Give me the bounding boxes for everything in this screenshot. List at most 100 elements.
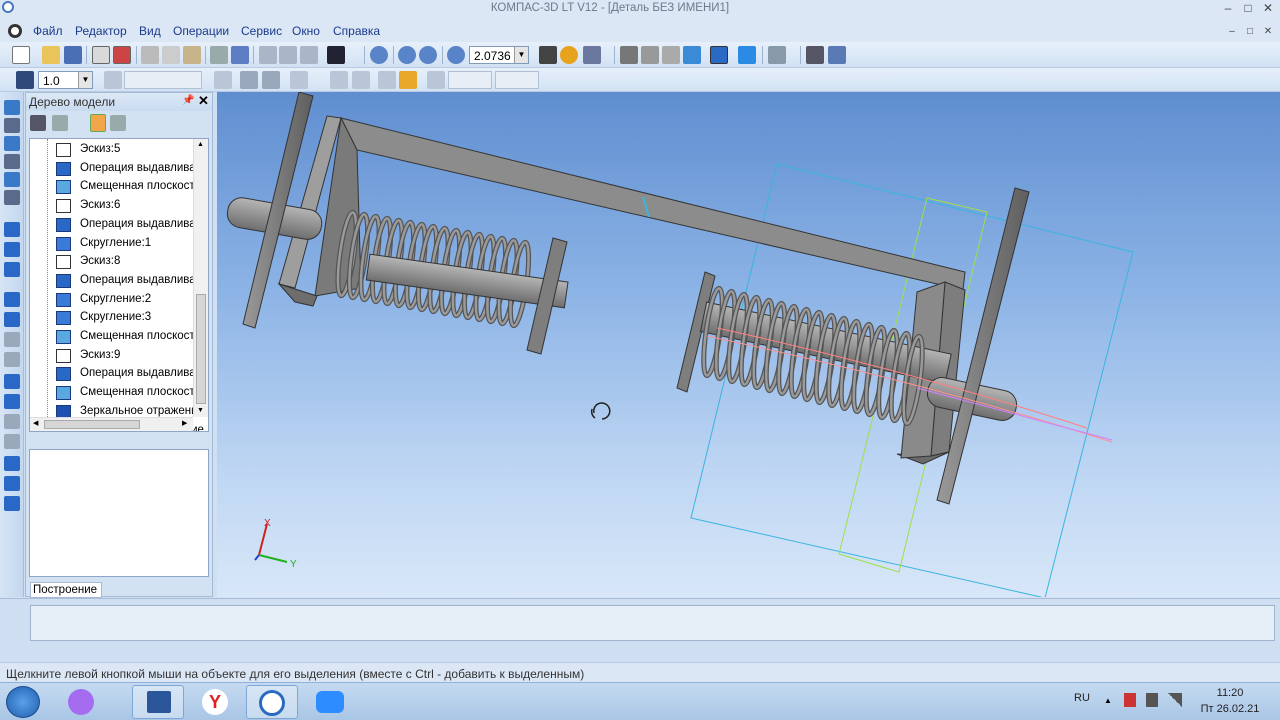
tree-item[interactable]: Скругление:3 xyxy=(52,309,208,327)
zoom-out-icon[interactable] xyxy=(419,46,437,64)
aux-geometry-icon[interactable] xyxy=(4,154,20,169)
coord-y-field[interactable] xyxy=(495,71,539,89)
properties-icon[interactable] xyxy=(231,46,249,64)
format-icon[interactable] xyxy=(210,46,228,64)
surfaces-icon[interactable] xyxy=(4,136,20,151)
step-cursor-icon[interactable] xyxy=(378,71,396,89)
tree-scroll-thumb[interactable] xyxy=(196,294,206,404)
tree-item[interactable]: Операция выдавливания xyxy=(52,272,208,290)
coordinates-icon[interactable] xyxy=(427,71,445,89)
layer-field[interactable] xyxy=(124,71,202,89)
tree-vertical-scrollbar[interactable]: ▲ ▼ xyxy=(193,139,208,417)
rotate-icon[interactable] xyxy=(560,46,578,64)
print-icon[interactable] xyxy=(113,46,131,64)
zoom-select[interactable]: 2.0736 ▼ xyxy=(469,46,529,64)
doc-maximize-button[interactable]: □ xyxy=(1242,26,1258,40)
split-op-icon[interactable] xyxy=(4,496,20,511)
cut-icon[interactable] xyxy=(141,46,159,64)
copy-icon[interactable] xyxy=(162,46,180,64)
menu-file[interactable]: Файл xyxy=(33,24,63,38)
orientation-icon[interactable] xyxy=(583,46,601,64)
filter-icon[interactable] xyxy=(768,46,786,64)
zoom-window-icon[interactable] xyxy=(370,46,388,64)
tree-item[interactable]: Эскиз:9 xyxy=(52,347,208,365)
hidden-lines-icon[interactable] xyxy=(641,46,659,64)
grid-step-icon[interactable] xyxy=(16,71,34,89)
paste-icon[interactable] xyxy=(183,46,201,64)
tab-construction[interactable]: Построение xyxy=(30,582,102,598)
shaded-edges-icon[interactable] xyxy=(710,46,728,64)
scroll-right-icon[interactable]: ▶ xyxy=(182,419,187,427)
snap-settings-icon[interactable] xyxy=(262,71,280,89)
measure-icon[interactable] xyxy=(4,190,20,205)
pin-icon[interactable]: 📌 xyxy=(182,95,194,106)
rotate-op-icon[interactable] xyxy=(4,242,20,257)
tree-hscroll-thumb[interactable] xyxy=(44,420,140,429)
dimensions-icon[interactable] xyxy=(4,172,20,187)
rib-op-icon[interactable] xyxy=(4,352,20,367)
cut-op-icon[interactable] xyxy=(4,312,20,327)
close-button[interactable]: ✕ xyxy=(1260,2,1276,16)
menu-operations[interactable]: Операции xyxy=(173,24,229,38)
zoom-scale-icon[interactable] xyxy=(447,46,465,64)
kinematic-op-icon[interactable] xyxy=(4,262,20,277)
taskbar-word[interactable] xyxy=(132,685,184,719)
new-file-icon[interactable] xyxy=(12,46,30,64)
print-preview-icon[interactable] xyxy=(92,46,110,64)
ortho-icon[interactable] xyxy=(330,71,348,89)
menu-window[interactable]: Окно xyxy=(292,24,320,38)
tree-structure-icon[interactable] xyxy=(30,115,46,131)
doc-close-button[interactable]: ✕ xyxy=(1260,26,1276,40)
tree-item[interactable]: Эскиз:8 xyxy=(52,253,208,271)
chevron-down-icon[interactable]: ▼ xyxy=(514,47,528,63)
tree-item[interactable]: Скругление:2 xyxy=(52,291,208,309)
tray-flag-icon[interactable] xyxy=(1124,693,1136,707)
start-button-icon[interactable] xyxy=(6,686,40,718)
tree-mode-icon[interactable] xyxy=(90,114,106,132)
redo-icon[interactable] xyxy=(279,46,297,64)
edit-details-icon[interactable] xyxy=(4,100,20,115)
variables-icon[interactable] xyxy=(300,46,318,64)
taskbar-yandex[interactable]: Y xyxy=(190,685,242,719)
perspective-icon[interactable] xyxy=(738,46,756,64)
tree-close-button[interactable]: ✕ xyxy=(198,93,209,109)
model-canvas[interactable]: X Y xyxy=(217,92,1280,597)
tree-item[interactable]: Смещенная плоскость xyxy=(52,328,208,346)
tree-view-icon[interactable] xyxy=(52,115,68,131)
tray-language[interactable]: RU xyxy=(1074,692,1090,704)
snap-icon[interactable] xyxy=(240,71,258,89)
tree-item[interactable]: Смещенная плоскость xyxy=(52,178,208,196)
refresh-icon[interactable] xyxy=(828,46,846,64)
menu-service[interactable]: Сервис xyxy=(241,24,282,38)
dynamic-snap-icon[interactable] xyxy=(399,71,417,89)
left-handle[interactable] xyxy=(225,92,324,329)
doc-minimize-button[interactable]: – xyxy=(1224,26,1240,40)
property-field[interactable] xyxy=(30,605,1275,641)
tree-item[interactable]: Операция выдавливания xyxy=(52,365,208,383)
curves-icon[interactable] xyxy=(4,118,20,133)
tree-horizontal-scrollbar[interactable]: ◀ ▶ xyxy=(30,417,193,431)
menu-view[interactable]: Вид xyxy=(139,24,161,38)
local-cs-icon[interactable] xyxy=(214,71,232,89)
taskbar-kompas[interactable] xyxy=(246,685,298,719)
scroll-left-icon[interactable]: ◀ xyxy=(33,419,38,427)
manager-icon[interactable] xyxy=(806,46,824,64)
chamfer-op-icon[interactable] xyxy=(4,394,20,409)
taskbar-zoom[interactable] xyxy=(304,685,356,719)
thin-lines-icon[interactable] xyxy=(662,46,680,64)
tray-expand-icon[interactable]: ▲ xyxy=(1104,696,1112,705)
tray-clock-date[interactable]: Пт 26.02.21 xyxy=(1196,703,1264,715)
coord-x-field[interactable] xyxy=(448,71,492,89)
extrude-op-icon[interactable] xyxy=(4,222,20,237)
tree-item[interactable]: Операция выдавливания xyxy=(52,216,208,234)
open-folder-icon[interactable] xyxy=(42,46,60,64)
tree-item[interactable]: Скругление:1 xyxy=(52,235,208,253)
wireframe-icon[interactable] xyxy=(620,46,638,64)
pan-icon[interactable] xyxy=(539,46,557,64)
model-viewport[interactable]: X Y xyxy=(217,92,1280,597)
layer-icon[interactable] xyxy=(104,71,122,89)
scroll-up-icon[interactable]: ▲ xyxy=(197,141,204,148)
undo-icon[interactable] xyxy=(259,46,277,64)
document-icon[interactable] xyxy=(8,24,22,38)
slope-op-icon[interactable] xyxy=(4,434,20,449)
